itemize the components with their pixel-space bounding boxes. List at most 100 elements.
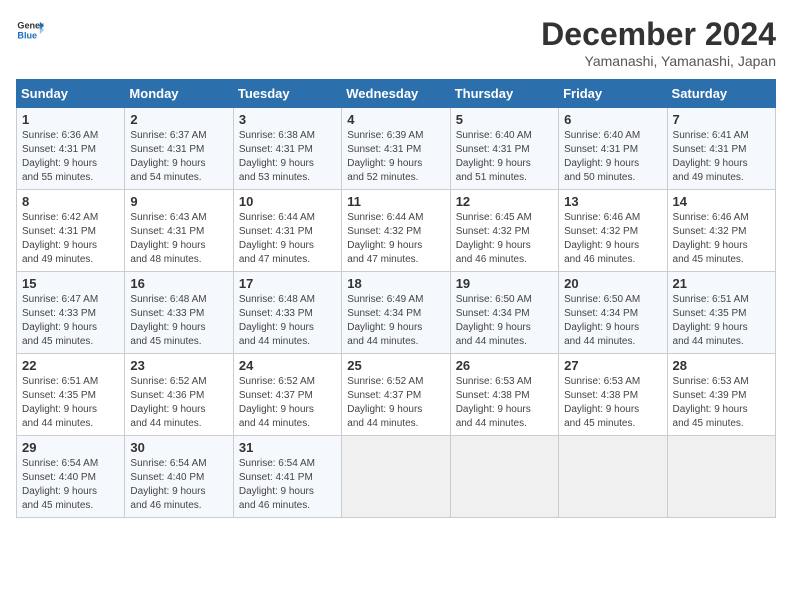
- day-number: 26: [456, 358, 553, 373]
- table-row: 25Sunrise: 6:52 AM Sunset: 4:37 PM Dayli…: [342, 354, 450, 436]
- day-number: 27: [564, 358, 661, 373]
- header-row: Sunday Monday Tuesday Wednesday Thursday…: [17, 80, 776, 108]
- day-info: Sunrise: 6:51 AM Sunset: 4:35 PM Dayligh…: [673, 293, 770, 349]
- day-number: 23: [130, 358, 227, 373]
- day-info: Sunrise: 6:48 AM Sunset: 4:33 PM Dayligh…: [239, 293, 336, 349]
- table-row: 17 Sunrise: 6:48 AM Sunset: 4:33 PM Dayli…: [233, 272, 341, 354]
- col-sunday: Sunday: [17, 80, 125, 108]
- table-row: 30 Sunrise: 6:54 AM Sunset: 4:40 PM Dayli…: [125, 436, 233, 518]
- table-row: 21 Sunrise: 6:51 AM Sunset: 4:35 PM Dayli…: [667, 272, 775, 354]
- day-number: 9: [130, 194, 227, 209]
- day-number: 16: [130, 276, 227, 291]
- day-info: Sunrise: 6:48 AM Sunset: 4:33 PM Dayligh…: [130, 293, 227, 349]
- table-row: 8 Sunrise: 6:42 AM Sunset: 4:31 PM Daylig…: [17, 190, 125, 272]
- day-number: 13: [564, 194, 661, 209]
- day-info: Sunrise: 6:46 AM Sunset: 4:32 PM Dayligh…: [673, 211, 770, 267]
- calendar-week-2: 8 Sunrise: 6:42 AM Sunset: 4:31 PM Daylig…: [17, 190, 776, 272]
- table-row: [667, 436, 775, 518]
- table-row: [559, 436, 667, 518]
- day-number: 30: [130, 440, 227, 455]
- table-row: 1Sunrise: 6:36 AM Sunset: 4:31 PM Daylig…: [17, 108, 125, 190]
- table-row: 31 Sunrise: 6:54 AM Sunset: 4:41 PM Dayli…: [233, 436, 341, 518]
- day-info: Sunrise: 6:41 AM Sunset: 4:31 PM Dayligh…: [673, 129, 770, 185]
- table-row: 20 Sunrise: 6:50 AM Sunset: 4:34 PM Dayli…: [559, 272, 667, 354]
- day-info: Sunrise: 6:40 AM Sunset: 4:31 PM Dayligh…: [456, 129, 553, 185]
- table-row: 16 Sunrise: 6:48 AM Sunset: 4:33 PM Dayli…: [125, 272, 233, 354]
- day-number: 2: [130, 112, 227, 127]
- table-row: 28 Sunrise: 6:53 AM Sunset: 4:39 PM Dayli…: [667, 354, 775, 436]
- table-row: 19Sunrise: 6:50 AM Sunset: 4:34 PM Dayli…: [450, 272, 558, 354]
- day-number: 11: [347, 194, 444, 209]
- day-number: 5: [456, 112, 553, 127]
- table-row: 18 Sunrise: 6:49 AM Sunset: 4:34 PM Dayli…: [342, 272, 450, 354]
- day-number: 24: [239, 358, 336, 373]
- subtitle: Yamanashi, Yamanashi, Japan: [541, 53, 776, 69]
- day-info: Sunrise: 6:47 AM Sunset: 4:33 PM Dayligh…: [22, 293, 119, 349]
- calendar-week-4: 22 Sunrise: 6:51 AM Sunset: 4:35 PM Dayli…: [17, 354, 776, 436]
- day-info: Sunrise: 6:54 AM Sunset: 4:41 PM Dayligh…: [239, 457, 336, 513]
- day-number: 8: [22, 194, 119, 209]
- day-number: 29: [22, 440, 119, 455]
- table-row: 27 Sunrise: 6:53 AM Sunset: 4:38 PM Dayli…: [559, 354, 667, 436]
- calendar-week-5: 29 Sunrise: 6:54 AM Sunset: 4:40 PM Dayli…: [17, 436, 776, 518]
- day-number: 21: [673, 276, 770, 291]
- day-info: Sunrise: 6:38 AM Sunset: 4:31 PM Dayligh…: [239, 129, 336, 185]
- day-info: Sunrise: 6:43 AM Sunset: 4:31 PM Dayligh…: [130, 211, 227, 267]
- calendar-week-3: 15Sunrise: 6:47 AM Sunset: 4:33 PM Dayli…: [17, 272, 776, 354]
- header: General Blue December 2024 Yamanashi, Ya…: [16, 16, 776, 69]
- day-info: Sunrise: 6:49 AM Sunset: 4:34 PM Dayligh…: [347, 293, 444, 349]
- day-info: Sunrise: 6:39 AM Sunset: 4:31 PM Dayligh…: [347, 129, 444, 185]
- day-info: Sunrise: 6:52 AM Sunset: 4:37 PM Dayligh…: [239, 375, 336, 431]
- table-row: 10Sunrise: 6:44 AM Sunset: 4:31 PM Dayli…: [233, 190, 341, 272]
- table-row: 6Sunrise: 6:40 AM Sunset: 4:31 PM Daylig…: [559, 108, 667, 190]
- main-title: December 2024: [541, 16, 776, 53]
- day-number: 22: [22, 358, 119, 373]
- day-info: Sunrise: 6:44 AM Sunset: 4:32 PM Dayligh…: [347, 211, 444, 267]
- col-friday: Friday: [559, 80, 667, 108]
- day-info: Sunrise: 6:51 AM Sunset: 4:35 PM Dayligh…: [22, 375, 119, 431]
- table-row: 2 Sunrise: 6:37 AM Sunset: 4:31 PM Daylig…: [125, 108, 233, 190]
- day-number: 31: [239, 440, 336, 455]
- table-row: [450, 436, 558, 518]
- day-number: 7: [673, 112, 770, 127]
- logo: General Blue: [16, 16, 44, 44]
- day-number: 3: [239, 112, 336, 127]
- table-row: 24 Sunrise: 6:52 AM Sunset: 4:37 PM Dayli…: [233, 354, 341, 436]
- table-row: [342, 436, 450, 518]
- logo-icon: General Blue: [16, 16, 44, 44]
- day-number: 20: [564, 276, 661, 291]
- table-row: 11 Sunrise: 6:44 AM Sunset: 4:32 PM Dayli…: [342, 190, 450, 272]
- table-row: 13 Sunrise: 6:46 AM Sunset: 4:32 PM Dayli…: [559, 190, 667, 272]
- day-info: Sunrise: 6:46 AM Sunset: 4:32 PM Dayligh…: [564, 211, 661, 267]
- day-info: Sunrise: 6:42 AM Sunset: 4:31 PM Dayligh…: [22, 211, 119, 267]
- table-row: 12 Sunrise: 6:45 AM Sunset: 4:32 PM Dayli…: [450, 190, 558, 272]
- day-number: 12: [456, 194, 553, 209]
- svg-text:Blue: Blue: [17, 30, 37, 40]
- day-info: Sunrise: 6:54 AM Sunset: 4:40 PM Dayligh…: [130, 457, 227, 513]
- table-row: 29 Sunrise: 6:54 AM Sunset: 4:40 PM Dayli…: [17, 436, 125, 518]
- table-row: 4 Sunrise: 6:39 AM Sunset: 4:31 PM Daylig…: [342, 108, 450, 190]
- table-row: 26Sunrise: 6:53 AM Sunset: 4:38 PM Dayli…: [450, 354, 558, 436]
- day-info: Sunrise: 6:52 AM Sunset: 4:37 PM Dayligh…: [347, 375, 444, 431]
- calendar-body: 1Sunrise: 6:36 AM Sunset: 4:31 PM Daylig…: [17, 108, 776, 518]
- day-info: Sunrise: 6:53 AM Sunset: 4:39 PM Dayligh…: [673, 375, 770, 431]
- day-info: Sunrise: 6:54 AM Sunset: 4:40 PM Dayligh…: [22, 457, 119, 513]
- day-number: 6: [564, 112, 661, 127]
- day-info: Sunrise: 6:45 AM Sunset: 4:32 PM Dayligh…: [456, 211, 553, 267]
- day-number: 18: [347, 276, 444, 291]
- table-row: 22 Sunrise: 6:51 AM Sunset: 4:35 PM Dayli…: [17, 354, 125, 436]
- title-area: December 2024 Yamanashi, Yamanashi, Japa…: [541, 16, 776, 69]
- day-info: Sunrise: 6:53 AM Sunset: 4:38 PM Dayligh…: [564, 375, 661, 431]
- day-info: Sunrise: 6:52 AM Sunset: 4:36 PM Dayligh…: [130, 375, 227, 431]
- day-number: 17: [239, 276, 336, 291]
- day-number: 28: [673, 358, 770, 373]
- table-row: 5 Sunrise: 6:40 AM Sunset: 4:31 PM Daylig…: [450, 108, 558, 190]
- col-wednesday: Wednesday: [342, 80, 450, 108]
- day-number: 4: [347, 112, 444, 127]
- calendar-week-1: 1Sunrise: 6:36 AM Sunset: 4:31 PM Daylig…: [17, 108, 776, 190]
- col-thursday: Thursday: [450, 80, 558, 108]
- day-number: 19: [456, 276, 553, 291]
- day-info: Sunrise: 6:37 AM Sunset: 4:31 PM Dayligh…: [130, 129, 227, 185]
- day-info: Sunrise: 6:50 AM Sunset: 4:34 PM Dayligh…: [564, 293, 661, 349]
- day-number: 10: [239, 194, 336, 209]
